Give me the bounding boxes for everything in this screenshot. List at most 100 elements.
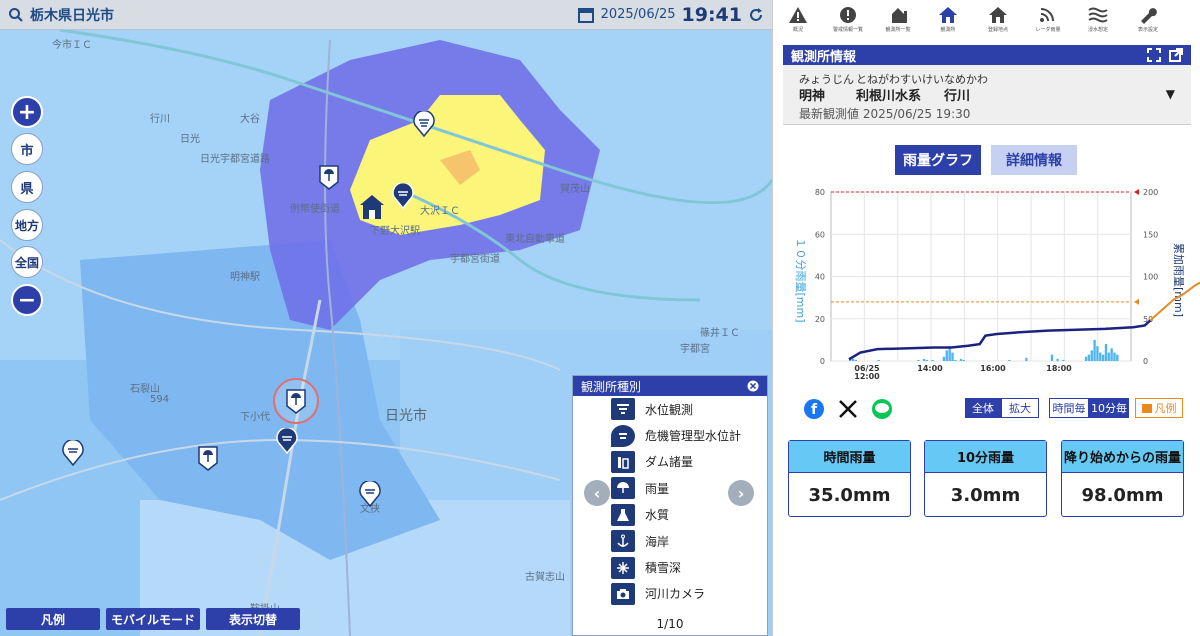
toolbar-settings[interactable]: 表示設定: [1123, 6, 1173, 40]
rain-gauge-pin[interactable]: [318, 164, 340, 190]
rain-map[interactable]: 栃木県日光市 2025/06/25 19:41 + 市 県 地方 全国 − 今市…: [0, 0, 772, 636]
station-name: 明神: [799, 89, 826, 104]
crisis-water-level-pin[interactable]: [392, 183, 414, 209]
river-name: 行川: [944, 89, 971, 104]
y-left-tick: 40: [815, 273, 825, 282]
zoom-out-button[interactable]: −: [11, 284, 43, 316]
scale-city-button[interactable]: 市: [11, 133, 43, 165]
station-info-header: 観測所情報: [783, 45, 1191, 65]
scale-region-button[interactable]: 地方: [11, 209, 43, 241]
scale-pref-button[interactable]: 県: [11, 171, 43, 203]
book-icon: [1141, 403, 1152, 413]
toggle-zoom[interactable]: 拡大: [1001, 398, 1039, 418]
warning-marker-orange: [1134, 298, 1139, 305]
y-right-tick: 100: [1143, 273, 1158, 282]
facebook-icon[interactable]: f: [803, 398, 825, 420]
selected-rain-gauge-pin[interactable]: [285, 388, 307, 414]
legend-item-dam[interactable]: ダム諸量: [573, 449, 767, 475]
toolbar-station[interactable]: 観測所: [923, 6, 973, 40]
tab-rain-graph[interactable]: 雨量グラフ: [895, 145, 981, 175]
zoom-in-button[interactable]: +: [11, 96, 43, 128]
y-right-tick: 0: [1143, 357, 1148, 366]
toolbar-overview[interactable]: 概況: [773, 6, 823, 40]
legend-item-water-level[interactable]: 水位観測: [573, 396, 767, 422]
rain-bar: [922, 358, 926, 361]
map-label-place12: 東北自動車道: [505, 234, 565, 245]
tab-detail[interactable]: 詳細情報: [991, 145, 1077, 175]
station-info-title: 観測所情報: [791, 49, 857, 65]
y-left-tick: 80: [815, 188, 825, 197]
legend-item-snow[interactable]: 積雪深: [573, 554, 767, 580]
search-icon[interactable]: [8, 7, 24, 23]
rain-bar: [931, 359, 934, 361]
rain-bar: [1116, 354, 1119, 361]
rain-bar: [942, 356, 946, 361]
house-icon: [989, 7, 1007, 23]
rain-bar: [1113, 352, 1116, 361]
rain-bar: [1104, 344, 1108, 361]
dropdown-caret-icon[interactable]: ▼: [1166, 87, 1175, 101]
rain-bar: [1107, 352, 1110, 361]
close-icon[interactable]: [747, 380, 759, 392]
dam-station-icon[interactable]: [358, 193, 386, 221]
crisis-water-level-pin-2[interactable]: [276, 428, 298, 454]
water-level-pin[interactable]: [413, 111, 435, 137]
water-level-pin-3[interactable]: [359, 481, 381, 507]
x-icon[interactable]: [837, 398, 859, 420]
y-right-label: 累加雨量[mm]: [1172, 243, 1185, 317]
river-system-name: 利根川水系: [856, 89, 922, 104]
legend-header: 観測所種別: [573, 376, 767, 396]
alert-icon: [840, 7, 856, 23]
toolbar-station-list[interactable]: 観測所一覧: [873, 6, 923, 40]
calendar-icon[interactable]: [577, 6, 595, 24]
svg-text:f: f: [811, 402, 818, 418]
crisis-water-level-icon: [611, 424, 635, 447]
y-left-tick: 60: [815, 230, 825, 239]
rain-chart: １０分雨量[mm] 累加雨量[mm] 020406080050100150200…: [794, 188, 1200, 380]
scale-nation-button[interactable]: 全国: [11, 246, 43, 278]
mobile-mode-button[interactable]: モバイルモード: [106, 608, 200, 630]
line-icon[interactable]: [871, 398, 893, 420]
external-link-icon[interactable]: [1169, 48, 1183, 62]
fullscreen-icon[interactable]: [1147, 48, 1161, 62]
rain-bar: [917, 359, 920, 361]
toggle-10min[interactable]: 10分毎: [1089, 398, 1129, 418]
chart-legend-button[interactable]: 凡例: [1135, 398, 1183, 418]
legend-item-coast[interactable]: 海岸: [573, 528, 767, 554]
stat-10min-rain: 10分雨量 3.0mm: [924, 440, 1047, 517]
map-label-place8: 日光宇都宮道路: [200, 154, 270, 165]
rain-bar: [854, 359, 858, 361]
toolbar-radar[interactable]: レーダ雨量: [1023, 6, 1073, 40]
rain-bar: [1087, 354, 1091, 361]
toolbar-registered[interactable]: 登録地点: [973, 6, 1023, 40]
water-level-pin-2[interactable]: [62, 440, 84, 466]
map-topbar: 栃木県日光市 2025/06/25 19:41: [0, 0, 772, 30]
legend-button[interactable]: 凡例: [6, 608, 100, 630]
snowflake-icon: [611, 556, 635, 579]
map-label-place16: 宇都宮街道: [450, 254, 500, 265]
map-label-place7: 宇都宮: [680, 344, 710, 355]
rain-bar: [1090, 350, 1093, 361]
rain-gauge-pin-2[interactable]: [197, 445, 219, 471]
prev-arrow-button[interactable]: ‹: [584, 480, 610, 506]
map-label-meijin-station: 明神駅: [230, 272, 260, 283]
toolbar-alerts[interactable]: 警戒情報一覧: [823, 6, 873, 40]
stat-hourly-value: 35.0mm: [808, 484, 891, 506]
legend-item-camera[interactable]: 河川カメラ: [573, 581, 767, 607]
stations-icon: [892, 8, 907, 23]
toggle-all[interactable]: 全体: [965, 398, 1001, 418]
next-arrow-button[interactable]: ›: [728, 480, 754, 506]
toolbar-flood[interactable]: 浸水想定: [1073, 6, 1123, 40]
toggle-hourly[interactable]: 時間毎: [1049, 398, 1089, 418]
station-selector[interactable]: みょうじん 明神 とねがわすいけい 利根川水系 なめかわ 行川 最新観測値 20…: [783, 65, 1191, 125]
display-toggle-button[interactable]: 表示切替: [206, 608, 300, 630]
anchor-icon: [611, 530, 635, 553]
stat-hourly-rain: 時間雨量 35.0mm: [788, 440, 911, 517]
refresh-icon[interactable]: [748, 7, 764, 23]
x-tick: 18:00: [1046, 364, 1072, 373]
side-panel: 概況 警戒情報一覧 観測所一覧 観測所 登録地点 レーダ雨量 浸水想定 表示設定…: [772, 0, 1200, 636]
map-label-place2: 594: [150, 394, 170, 405]
rain-bar: [1050, 354, 1054, 361]
legend-item-crisis-water-level[interactable]: 危機管理型水位計: [573, 422, 767, 448]
location-label[interactable]: 栃木県日光市: [30, 5, 114, 25]
